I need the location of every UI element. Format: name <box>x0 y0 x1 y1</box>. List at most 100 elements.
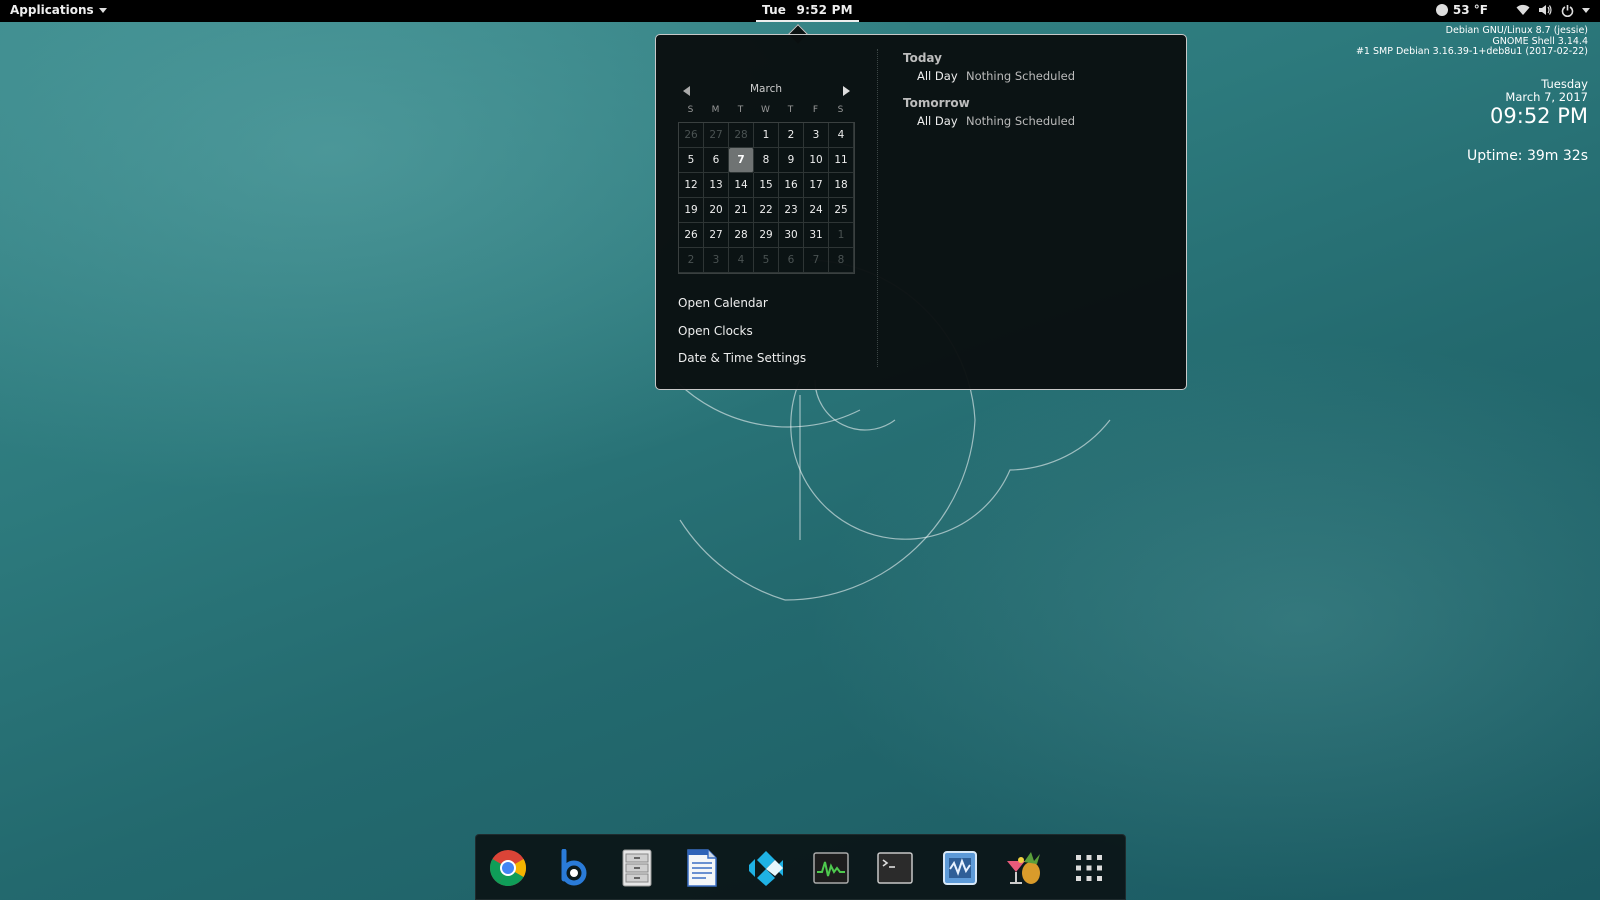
weather-icon <box>1435 4 1448 16</box>
calendar: March SMTWTFS 26 27 28 1 2 3 4 5 6 7 8 9 10 11 12 13 14 1… <box>678 83 855 274</box>
date-time-settings-link[interactable]: Date & Time Settings <box>678 350 806 378</box>
calendar-day[interactable]: 6 <box>704 148 729 173</box>
applications-menu[interactable]: Applications <box>10 3 107 17</box>
event-when: All Day <box>917 114 958 128</box>
calendar-day[interactable]: 11 <box>829 148 854 173</box>
chevron-right-icon[interactable] <box>843 86 850 96</box>
top-bar: Applications Tue 9:52 PM 53 °F <box>0 0 1600 22</box>
weekday-label: S <box>837 105 844 115</box>
clock-button[interactable]: Tue 9:52 PM <box>756 0 859 22</box>
weekday-label: W <box>761 105 770 115</box>
calendar-day[interactable]: 28 <box>729 223 754 248</box>
applications-label: Applications <box>10 3 94 17</box>
calendar-day[interactable]: 18 <box>829 173 854 198</box>
weather-temperature: 53 °F <box>1452 3 1488 17</box>
calendar-day[interactable]: 2 <box>679 248 704 273</box>
calendar-day[interactable]: 3 <box>704 248 729 273</box>
calendar-day[interactable]: 28 <box>729 123 754 148</box>
terminal-icon[interactable] <box>875 848 915 888</box>
calendar-day[interactable]: 17 <box>804 173 829 198</box>
calendar-day[interactable]: 27 <box>704 223 729 248</box>
weather-indicator[interactable]: 53 °F <box>1435 3 1488 17</box>
calendar-day[interactable]: 3 <box>804 123 829 148</box>
calendar-day[interactable]: 7 <box>804 248 829 273</box>
calendar-day[interactable]: 27 <box>704 123 729 148</box>
calendar-day[interactable]: 13 <box>704 173 729 198</box>
text-document-icon[interactable] <box>682 848 722 888</box>
event-row[interactable]: All Day Nothing Scheduled <box>903 69 1173 83</box>
calendar-day[interactable]: 25 <box>829 198 854 223</box>
calendar-day[interactable]: 21 <box>729 198 754 223</box>
clock-time: 9:52 PM <box>796 3 853 17</box>
cocktail-icon[interactable] <box>1004 848 1044 888</box>
calendar-day[interactable]: 8 <box>829 248 854 273</box>
calendar-day[interactable]: 20 <box>704 198 729 223</box>
calendar-day[interactable]: 22 <box>754 198 779 223</box>
calendar-grid: 26 27 28 1 2 3 4 5 6 7 8 9 10 11 12 13 14 15 16 17 18 19 20 21 2… <box>678 122 855 274</box>
weekday-label: S <box>687 105 694 115</box>
calendar-day[interactable]: 19 <box>679 198 704 223</box>
calendar-day[interactable]: 9 <box>779 148 804 173</box>
chevron-left-icon[interactable] <box>683 86 690 96</box>
desktop-time: 09:52 PM <box>1490 104 1588 128</box>
kernel-version: #1 SMP Debian 3.16.39-1+deb8u1 (2017-02-… <box>1355 46 1588 57</box>
chevron-down-icon[interactable] <box>1582 7 1590 13</box>
calendar-day[interactable]: 1 <box>829 223 854 248</box>
desktop-date-widget: Tuesday March 7, 2017 09:52 PM <box>1490 78 1588 129</box>
calendar-day[interactable]: 30 <box>779 223 804 248</box>
os-version: Debian GNU/Linux 8.7 (jessie) <box>1445 25 1588 36</box>
events-today: Today All Day Nothing Scheduled <box>903 51 1173 83</box>
system-monitor-icon[interactable] <box>811 848 851 888</box>
calendar-day[interactable]: 26 <box>679 223 704 248</box>
calendar-menu-links: Open Calendar Open Clocks Date & Time Se… <box>678 295 806 378</box>
file-cabinet-icon[interactable] <box>617 848 657 888</box>
kodi-icon[interactable] <box>746 848 786 888</box>
event-when: All Day <box>917 69 958 83</box>
calendar-day[interactable]: 23 <box>779 198 804 223</box>
calendar-day[interactable]: 12 <box>679 173 704 198</box>
event-what: Nothing Scheduled <box>966 69 1076 83</box>
weekday-label: T <box>737 105 744 115</box>
events-today-title: Today <box>903 51 942 65</box>
system-tray: 53 °F <box>1435 3 1590 17</box>
calendar-day[interactable]: 5 <box>754 248 779 273</box>
calendar-day[interactable]: 10 <box>804 148 829 173</box>
calendar-day-today[interactable]: 7 <box>729 148 754 173</box>
desktop-weekday: Tuesday <box>1541 77 1588 91</box>
calendar-day[interactable]: 15 <box>754 173 779 198</box>
calendar-popover: March SMTWTFS 26 27 28 1 2 3 4 5 6 7 8 9 10 11 12 13 14 1… <box>655 34 1187 390</box>
chrome-icon[interactable] <box>488 848 528 888</box>
event-what: Nothing Scheduled <box>966 114 1076 128</box>
calendar-day[interactable]: 29 <box>754 223 779 248</box>
open-calendar-link[interactable]: Open Calendar <box>678 295 806 323</box>
calendar-day[interactable]: 26 <box>679 123 704 148</box>
dock <box>475 834 1126 900</box>
calendar-day[interactable]: 1 <box>754 123 779 148</box>
weekday-label: F <box>812 105 819 115</box>
calendar-header: March <box>678 83 854 101</box>
calendar-day[interactable]: 6 <box>779 248 804 273</box>
calendar-day[interactable]: 4 <box>729 248 754 273</box>
power-icon[interactable] <box>1560 3 1574 17</box>
popover-divider <box>877 49 878 367</box>
calendar-day[interactable]: 8 <box>754 148 779 173</box>
bluefish-icon[interactable] <box>553 848 593 888</box>
weekday-label: M <box>711 105 720 115</box>
calendar-day[interactable]: 14 <box>729 173 754 198</box>
calendar-day[interactable]: 4 <box>829 123 854 148</box>
wifi-icon[interactable] <box>1516 3 1530 17</box>
calendar-day[interactable]: 31 <box>804 223 829 248</box>
system-info: Debian GNU/Linux 8.7 (jessie) GNOME Shel… <box>1355 25 1588 58</box>
event-row[interactable]: All Day Nothing Scheduled <box>903 114 1173 128</box>
calendar-month: March <box>749 83 782 95</box>
volume-icon[interactable] <box>1538 3 1552 17</box>
app-grid-icon[interactable] <box>1069 848 1109 888</box>
open-clocks-link[interactable]: Open Clocks <box>678 323 806 351</box>
chevron-down-icon <box>98 7 107 13</box>
calendar-day[interactable]: 16 <box>779 173 804 198</box>
clock-day: Tue <box>762 3 787 17</box>
calendar-day[interactable]: 5 <box>679 148 704 173</box>
calendar-day[interactable]: 2 <box>779 123 804 148</box>
activity-monitor-icon[interactable] <box>940 848 980 888</box>
calendar-day[interactable]: 24 <box>804 198 829 223</box>
